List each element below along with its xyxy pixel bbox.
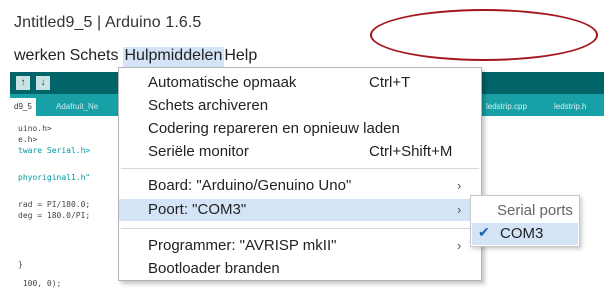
menu-item-auto-format[interactable]: Automatische opmaak Ctrl+T [119,72,481,94]
code-line: rad = PI/180.0; [18,200,91,209]
port-submenu: Serial ports ✔ COM3 [470,195,580,247]
menu-item-shortcut: Ctrl+T [369,74,411,91]
tab-ledstrip-h[interactable]: ledstrip.h [550,98,590,116]
menu-hulpmiddelen[interactable]: Hulpmiddelen [122,47,225,69]
menu-separator [121,168,479,169]
menu-item-label: Bootloader branden [148,260,280,277]
menu-item-programmer[interactable]: Programmer: "AVRISP mkII" › [119,235,481,257]
menu-separator [121,228,479,229]
menubar: werken Schets Hulpmiddelen Help [14,47,261,69]
code-line: uino.h> [18,124,52,133]
menu-item-label: Schets archiveren [148,97,269,114]
hulpmiddelen-menu: Automatische opmaak Ctrl+T Schets archiv… [118,67,482,281]
menu-item-shortcut: Ctrl+Shift+M [369,143,453,160]
port-item-com3[interactable]: ✔ COM3 [472,223,578,245]
code-line: deg = 180.0/PI; [18,211,91,220]
chevron-right-icon: › [457,178,462,193]
menu-item-serial-monitor[interactable]: Seriële monitor Ctrl+Shift+M [119,141,481,163]
menu-item-label: Board: "Arduino/Genuino Uno" [148,177,352,194]
chevron-right-icon: › [457,202,462,217]
menu-item-burn-bootloader[interactable]: Bootloader branden [119,258,481,280]
menu-item-label: Automatische opmaak [148,74,297,91]
tab-sketch[interactable]: d9_5 [10,98,36,116]
menu-schets[interactable]: Schets [70,47,123,69]
code-line: 100, 0); [18,279,62,288]
code-line: e.h> [18,135,38,144]
code-line: phyoriginal1.h" [18,173,91,182]
chevron-right-icon: › [457,238,462,253]
tab-bar-right: ledstrip.cpp ledstrip.h [482,94,604,116]
menu-item-board[interactable]: Board: "Arduino/Genuino Uno" › [119,175,481,197]
menu-bewerken[interactable]: werken [14,47,70,69]
checkmark-icon: ✔ [478,224,490,240]
upload-button[interactable]: ↑ [16,76,30,90]
code-line: tware Serial.h> [18,146,91,155]
menu-item-fix-encoding[interactable]: Codering repareren en opnieuw laden [119,118,481,140]
menu-item-label: Seriële monitor [148,143,249,160]
menu-item-label: Programmer: "AVRISP mkII" [148,237,337,254]
menu-item-port[interactable]: Poort: "COM3" › [119,199,481,221]
menu-item-label: Codering repareren en opnieuw laden [148,120,400,137]
menu-item-label: Poort: "COM3" [148,201,247,218]
window-title: Jntitled9_5 | Arduino 1.6.5 [14,14,202,31]
tab-adafruit[interactable]: Adafruit_Ne [52,98,102,116]
tab-ledstrip-cpp[interactable]: ledstrip.cpp [482,98,531,116]
new-button[interactable]: ↓ [36,76,50,90]
menu-item-archive-sketch[interactable]: Schets archiveren [119,95,481,117]
port-label: COM3 [500,225,544,242]
submenu-header: Serial ports [497,202,573,219]
code-line: } [18,260,23,269]
code-editor[interactable]: uino.h> e.h> tware Serial.h> phyoriginal… [10,116,130,293]
annotation-ellipse [370,9,598,61]
menu-help[interactable]: Help [224,47,261,69]
